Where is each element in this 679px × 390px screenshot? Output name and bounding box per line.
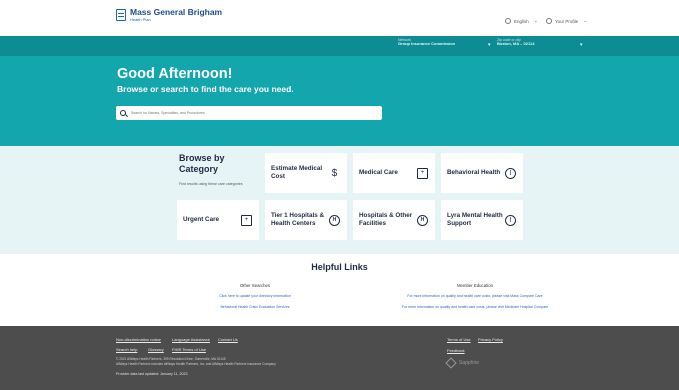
link-update-directory[interactable]: Click here to update your directory info… (160, 294, 350, 298)
chevron-down-icon: ⌄ (533, 18, 538, 24)
link-crisis-evaluation[interactable]: Behavioral Health Crisis Evaluation Serv… (160, 305, 350, 309)
chevron-down-icon[interactable]: ▾ (488, 42, 491, 48)
tile-medical-care[interactable]: Medical Care + (353, 153, 435, 193)
brain-icon: | (505, 167, 516, 179)
user-icon (546, 18, 552, 24)
brain-icon: | (505, 214, 516, 226)
hand-dollar-icon: $ (331, 167, 338, 179)
network-label: Network (398, 38, 411, 42)
search-box[interactable] (116, 106, 382, 120)
profile-menu[interactable]: Your Profile ⌄ (546, 18, 587, 24)
footer-link-language-assistance[interactable]: Language Assistance (172, 337, 210, 342)
tile-label: Estimate Medical Cost (271, 165, 323, 180)
footer-updated: Provider data last updated: January 11, … (116, 372, 188, 376)
network-bar: Network Group Insurance Commission ▾ Zip… (0, 36, 679, 56)
location-label: Zip code or city (497, 38, 521, 42)
powered-by-text: Sapphire (459, 360, 480, 366)
tile-label: Hospitals & Other Facilities (359, 212, 413, 227)
tile-label: Lyra Mental Health Support (447, 212, 503, 227)
search-input[interactable] (131, 111, 371, 115)
language-label: English (514, 18, 529, 24)
link-medicare-hospital-compare[interactable]: For more information on quality and heal… (350, 305, 600, 309)
globe-icon (505, 18, 511, 24)
tile-hospitals-other-facilities[interactable]: Hospitals & Other Facilities H (353, 200, 435, 240)
footer-copyright-1: © 2021 AllWays Health Partners, 399 Revo… (116, 357, 226, 361)
tile-behavioral-health[interactable]: Behavioral Health | (441, 153, 523, 193)
footer-link-contact-us[interactable]: Contact Us (218, 337, 238, 342)
tile-label: Behavioral Health (447, 169, 501, 177)
tile-label: Medical Care (359, 169, 398, 177)
chevron-down-icon[interactable]: ▾ (580, 42, 583, 48)
brand-sub: Health Plan (130, 16, 151, 22)
footer-link-privacy-policy[interactable]: Privacy Policy (478, 337, 503, 342)
powered-by-logo: Sapphire (445, 357, 480, 369)
link-mass-compare-care[interactable]: For more information on quality and heal… (350, 294, 600, 298)
helpful-links-title: Helpful Links (311, 262, 368, 272)
sapphire-logo-icon (445, 357, 457, 369)
tile-estimate-medical-cost[interactable]: Estimate Medical Cost $ (265, 153, 347, 193)
site-header: Mass General Brigham Health Plan English… (0, 0, 679, 36)
search-icon[interactable] (120, 110, 126, 116)
location-selector[interactable]: Zip code or city Boston, MA – 02114 (497, 38, 534, 47)
brand-logo[interactable]: Mass General Brigham Health Plan (116, 8, 222, 22)
member-education-heading: Member Education (456, 283, 494, 288)
language-selector[interactable]: English ⌄ (505, 18, 538, 24)
browse-subtitle: Find results using these care categories (179, 182, 243, 186)
hero-section: Good Afternoon! Browse or search to find… (0, 56, 679, 146)
footer-link-glossary[interactable]: Glossary (148, 347, 164, 352)
greeting: Good Afternoon! (117, 66, 233, 82)
site-footer: Non-discrimination notice Language Assis… (0, 326, 679, 390)
footer-link-fhir-terms[interactable]: FHIR Terms of Use (172, 347, 206, 352)
footer-link-search-help[interactable]: Search help (116, 347, 137, 352)
hospital-building-icon: + (417, 167, 428, 179)
tile-urgent-care[interactable]: Urgent Care + (177, 200, 259, 240)
ambulance-icon: + (241, 214, 252, 226)
tile-label: Tier 1 Hospitals & Health Centers (271, 212, 325, 227)
network-value: Group Insurance Commission (398, 41, 456, 47)
location-value: Boston, MA – 02114 (497, 41, 535, 47)
category-section: Browse by Category Find results using th… (0, 146, 679, 254)
chevron-down-icon: ⌄ (583, 18, 588, 24)
logo-icon (116, 8, 126, 21)
profile-label: Your Profile (555, 18, 579, 24)
browse-title: Browse by Category (179, 153, 225, 174)
hospital-h-icon: H (417, 214, 428, 226)
footer-link-terms-of-use[interactable]: Terms of Use (447, 337, 471, 342)
tile-tier1-hospitals[interactable]: Tier 1 Hospitals & Health Centers H (265, 200, 347, 240)
footer-link-nondiscrimination[interactable]: Non-discrimination notice (116, 337, 161, 342)
network-selector[interactable]: Network Group Insurance Commission (398, 38, 455, 47)
footer-copyright-2: AllWays Health Partners includes AllWays… (116, 362, 276, 366)
other-searches-heading: Other Searches (239, 283, 271, 288)
hospital-h-icon: H (329, 214, 340, 226)
tile-lyra-mental-health[interactable]: Lyra Mental Health Support | (441, 200, 523, 240)
hero-subtitle: Browse or search to find the care you ne… (117, 84, 294, 94)
tile-label: Urgent Care (183, 216, 220, 224)
brand-name: Mass General Brigham (130, 7, 223, 17)
footer-link-feedback[interactable]: Feedback (447, 348, 465, 353)
